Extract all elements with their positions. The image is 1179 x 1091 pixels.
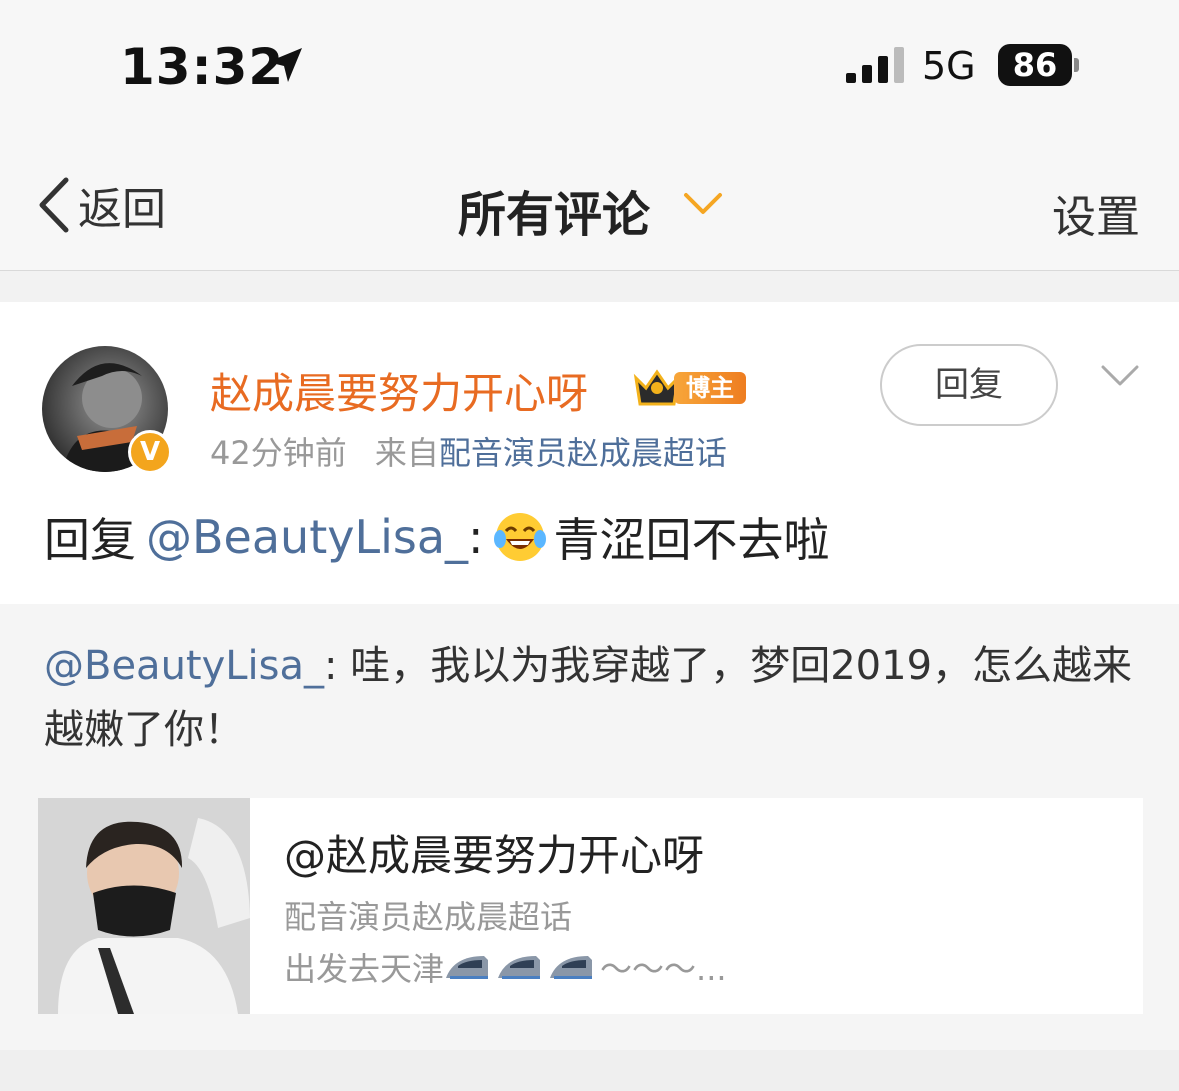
back-label: 返回 [78,184,166,235]
battery-level: 86 [1012,46,1058,84]
post-thumbnail [38,798,250,1014]
chevron-down-icon[interactable] [682,191,724,217]
status-bar: 13:32 5G 86 [0,0,1179,135]
bullet-train-icon [550,956,593,979]
battery-icon: 86 [998,44,1079,86]
reply-button[interactable]: 回复 [880,344,1058,426]
nav-bar: 返回 所有评论 设置 [0,135,1179,271]
verified-badge: V [128,430,172,474]
source-prefix: 来自 [374,434,439,472]
signal-bars-icon [846,47,904,83]
shared-post-title: @赵成晨要努力开心呀 [284,831,705,880]
shared-post-desc: 出发去天津 ～～～... [284,944,727,990]
comment-meta: 42分钟前 来自配音演员赵成晨超话 [210,428,727,474]
comment-card: V 赵成晨要努力开心呀 博主 42分钟前 来自配音演员赵成晨超话 回复 回复 @… [0,302,1179,604]
comment-time: 42分钟前 [210,434,347,472]
network-type: 5G [922,44,976,88]
status-time: 13:32 [120,38,285,96]
shared-desc-suffix: ～～～... [600,950,727,988]
chevron-left-icon [39,177,69,233]
comment-body: 回复 @BeautyLisa_ : 青涩回不去啦 [44,504,830,570]
section-divider [0,1050,1179,1091]
shared-post-topic: 配音演员赵成晨超话 [284,898,573,936]
reply-colon: : [468,510,484,564]
back-button[interactable]: 返回 [34,175,166,235]
blogger-badge: 博主 [632,366,746,408]
location-arrow-icon [268,48,302,82]
bullet-train-icon [446,956,489,979]
quoted-mention[interactable]: @BeautyLisa_ [44,643,324,689]
quoted-text: @BeautyLisa_: 哇，我以为我穿越了，梦回2019，怎么越来越嫩了你！ [44,634,1134,762]
shared-desc-prefix: 出发去天津 [284,950,445,988]
page-title[interactable]: 所有评论 [458,175,650,245]
quoted-comment[interactable]: @BeautyLisa_: 哇，我以为我穿越了，梦回2019，怎么越来越嫩了你！… [0,604,1179,1050]
mention-link[interactable]: @BeautyLisa_ [146,510,468,564]
badge-label: 博主 [674,372,746,404]
username[interactable]: 赵成晨要努力开心呀 [210,360,588,421]
source-link[interactable]: 配音演员赵成晨超话 [439,434,727,472]
settings-button[interactable]: 设置 [1052,181,1140,245]
shared-post-card[interactable]: @赵成晨要努力开心呀 配音演员赵成晨超话 出发去天津 ～～～... [38,798,1143,1014]
reply-prefix: 回复 [44,513,136,567]
laughing-tears-emoji-icon [493,513,546,561]
chevron-down-icon[interactable] [1100,364,1140,388]
bullet-train-icon [498,956,541,979]
reply-body: 青涩回不去啦 [553,513,830,567]
